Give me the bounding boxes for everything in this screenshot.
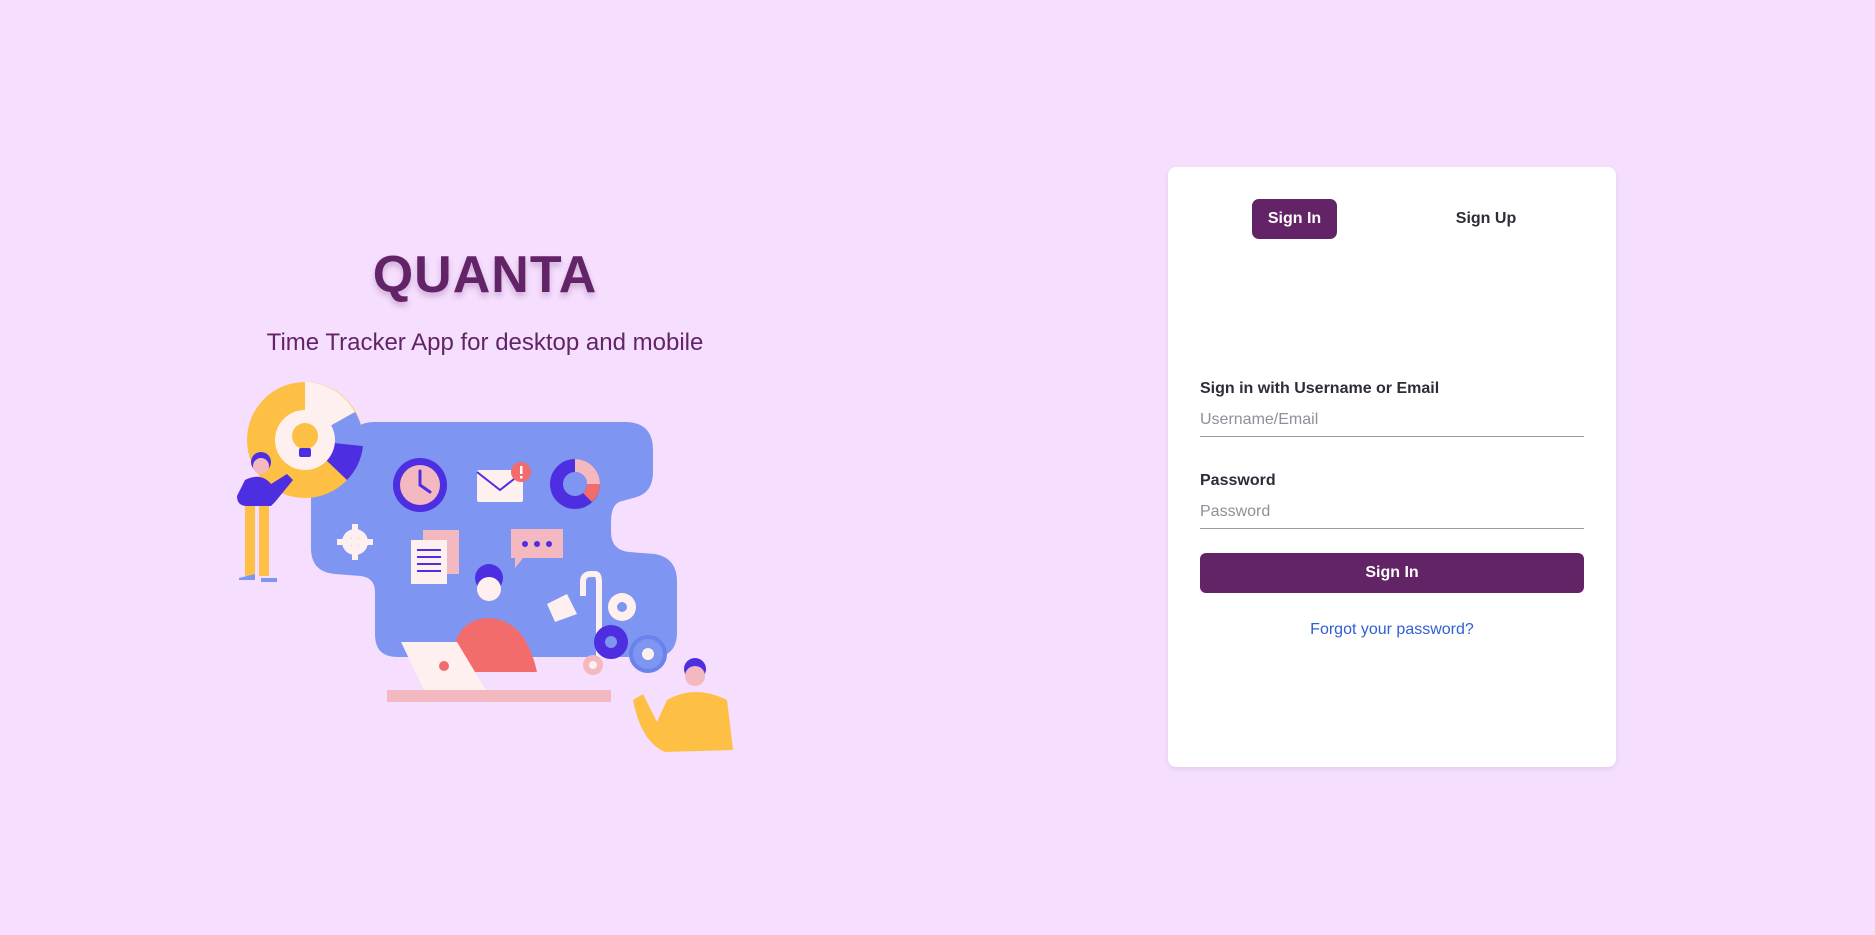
username-input[interactable] xyxy=(1200,403,1584,437)
password-label: Password xyxy=(1200,472,1276,489)
auth-tabs: Sign In Sign Up xyxy=(1168,199,1616,239)
tagline: Time Tracker App for desktop and mobile xyxy=(266,329,704,356)
hero-section: QUANTA Time Tracker App for desktop and … xyxy=(210,240,760,358)
tab-sign-in[interactable]: Sign In xyxy=(1252,199,1337,239)
desk-shape xyxy=(387,690,611,702)
brand-title: QUANTA xyxy=(372,246,598,304)
username-group: Sign in with Username or Email xyxy=(1200,379,1584,437)
sign-in-button[interactable]: Sign In xyxy=(1200,553,1584,593)
password-group: Password xyxy=(1200,471,1584,529)
sign-in-form: Sign in with Username or Email Password … xyxy=(1200,379,1584,639)
auth-card: Sign In Sign Up Sign in with Username or… xyxy=(1168,167,1616,767)
forgot-password-link[interactable]: Forgot your password? xyxy=(1200,621,1584,639)
team-productivity-illustration xyxy=(237,382,733,752)
tab-sign-up[interactable]: Sign Up xyxy=(1436,199,1536,239)
password-input[interactable] xyxy=(1200,495,1584,529)
lightbulb-icon xyxy=(292,423,318,449)
username-label: Sign in with Username or Email xyxy=(1200,380,1440,397)
login-page: QUANTA Time Tracker App for desktop and … xyxy=(0,0,1875,935)
